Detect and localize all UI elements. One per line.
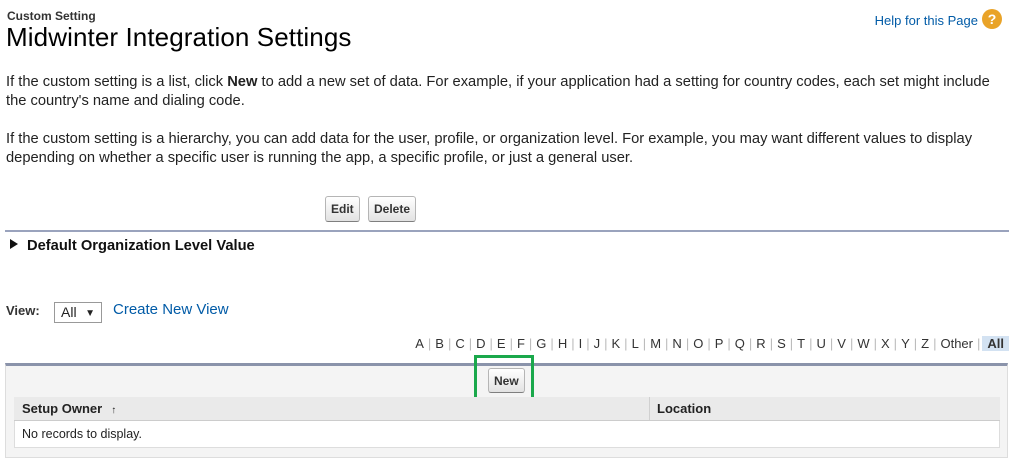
alphabet-filter-all[interactable]: All [982,336,1009,351]
create-new-view-link[interactable]: Create New View [113,301,229,318]
column-header-setup-owner[interactable]: Setup Owner ↑ [22,401,116,416]
alphabet-filter-d[interactable]: D [472,336,489,351]
dropdown-arrow-icon: ▼ [85,308,95,319]
triangle-right-icon [10,239,18,249]
sort-ascending-icon: ↑ [111,405,117,416]
alphabet-filter-u[interactable]: U [812,336,829,351]
alphabet-filter-c[interactable]: C [451,336,468,351]
description-hierarchy: If the custom setting is a hierarchy, yo… [6,131,973,166]
alphabet-filter-j[interactable]: J [590,336,605,351]
edit-button[interactable]: Edit [325,196,360,222]
alphabet-filter-a[interactable]: A [411,336,428,351]
alphabet-filter-s[interactable]: S [773,336,790,351]
alphabet-filter-y[interactable]: Y [897,336,914,351]
alphabet-filter-f[interactable]: F [513,336,529,351]
alphabet-filter-q[interactable]: Q [731,336,749,351]
alphabet-filter-e[interactable]: E [493,336,510,351]
alphabet-filter-other[interactable]: Other [936,336,977,351]
empty-message: No records to display. [22,427,142,441]
alphabet-filter-r[interactable]: R [752,336,769,351]
alphabet-filter-b[interactable]: B [431,336,448,351]
description-new-keyword: New [227,74,258,90]
table-header: Setup Owner ↑ Location [14,397,1000,421]
column-label: Setup Owner [22,401,103,416]
section-title: Default Organization Level Value [27,238,255,254]
alphabet-filter-x[interactable]: X [877,336,894,351]
highlight-box [474,355,534,401]
alphabet-filter-p[interactable]: P [711,336,728,351]
column-divider [649,397,650,420]
alphabet-filter-l[interactable]: L [628,336,643,351]
alphabet-filter-n[interactable]: N [668,336,685,351]
section-header-toggle[interactable]: Default Organization Level Value [10,238,255,254]
column-header-location[interactable]: Location [657,401,711,416]
alphabet-filter-t[interactable]: T [793,336,809,351]
alphabet-separator: | [976,336,981,351]
help-icon[interactable]: ? [982,9,1002,29]
alphabet-filter-k[interactable]: K [608,336,625,351]
alphabet-filter-g[interactable]: G [532,336,550,351]
alphabet-filter-v[interactable]: V [833,336,850,351]
alphabet-filter: A | B | C | D | E | F | G | H | I | J | K | L | M | N | O | P | Q | R | S | T |… [411,336,1009,351]
description-text: If the custom setting is a list, click [6,74,228,90]
table-row: No records to display. [14,421,1000,448]
help-link[interactable]: Help for this Page [875,13,978,28]
delete-button[interactable]: Delete [368,196,417,222]
view-label: View: [6,303,40,318]
alphabet-filter-h[interactable]: H [554,336,571,351]
alphabet-filter-m[interactable]: M [646,336,665,351]
alphabet-filter-o[interactable]: O [689,336,707,351]
section-divider [5,230,1009,232]
alphabet-filter-z[interactable]: Z [917,336,933,351]
view-select-value: All [61,304,77,320]
alphabet-filter-i[interactable]: I [575,336,587,351]
description-list: If the custom setting is a list, click N… [6,73,1011,111]
breadcrumb: Custom Setting [7,9,96,23]
view-select[interactable]: All ▼ [54,302,102,323]
page-title: Midwinter Integration Settings [6,22,352,52]
alphabet-filter-w[interactable]: W [853,336,873,351]
